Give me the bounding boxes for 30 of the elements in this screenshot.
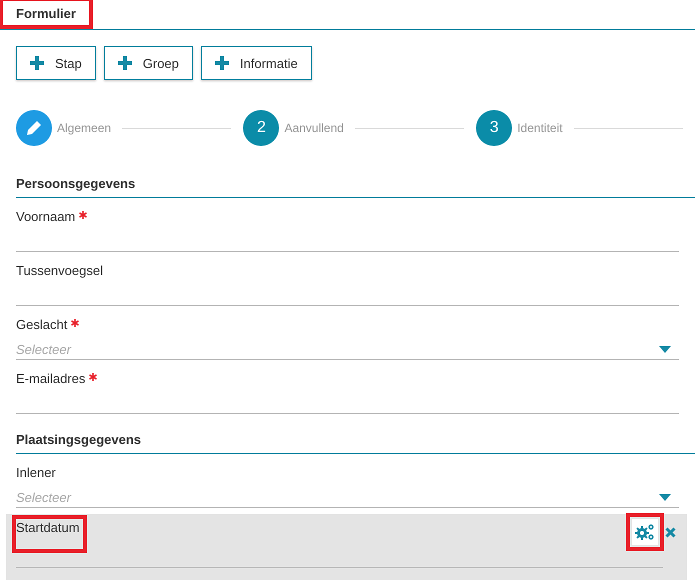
plus-icon: [214, 56, 229, 70]
caret-icon: [659, 494, 671, 501]
section-title: Persoonsgegevens: [16, 146, 695, 198]
plus-icon: [118, 56, 132, 70]
placeholder-text: Selecteer: [16, 342, 71, 357]
step-number[interactable]: 2: [243, 110, 280, 146]
settings-button[interactable]: [632, 519, 658, 545]
close-icon: [665, 526, 676, 538]
step-circle[interactable]: [16, 110, 52, 146]
add-button[interactable]: Stap: [16, 46, 96, 80]
add-button[interactable]: Informatie: [200, 46, 312, 80]
field-label: E-mailadres: [16, 372, 86, 386]
field-label: Inlener: [16, 466, 56, 480]
step-label: Aanvullend: [284, 121, 344, 135]
page-title: Formulier: [2, 0, 90, 26]
field-label: Geslacht: [16, 318, 68, 332]
field-label: Voornaam: [16, 210, 76, 224]
select-field[interactable]: Selecteer: [16, 482, 679, 508]
add-button[interactable]: Groep: [104, 46, 193, 80]
field-label: Tussenvoegsel: [16, 264, 103, 278]
placeholder-text: Selecteer: [16, 490, 71, 505]
step-label: Algemeen: [57, 121, 112, 135]
select-field[interactable]: Selecteer: [16, 334, 679, 360]
step-number[interactable]: 3: [476, 110, 512, 146]
section-title: Plaatsingsgegevens: [16, 414, 695, 454]
settings-icon: [635, 523, 655, 541]
step-label: Identiteit: [517, 121, 563, 135]
caret-icon: [659, 346, 671, 353]
plus-icon: [30, 56, 44, 70]
pencil-icon: [26, 120, 42, 136]
